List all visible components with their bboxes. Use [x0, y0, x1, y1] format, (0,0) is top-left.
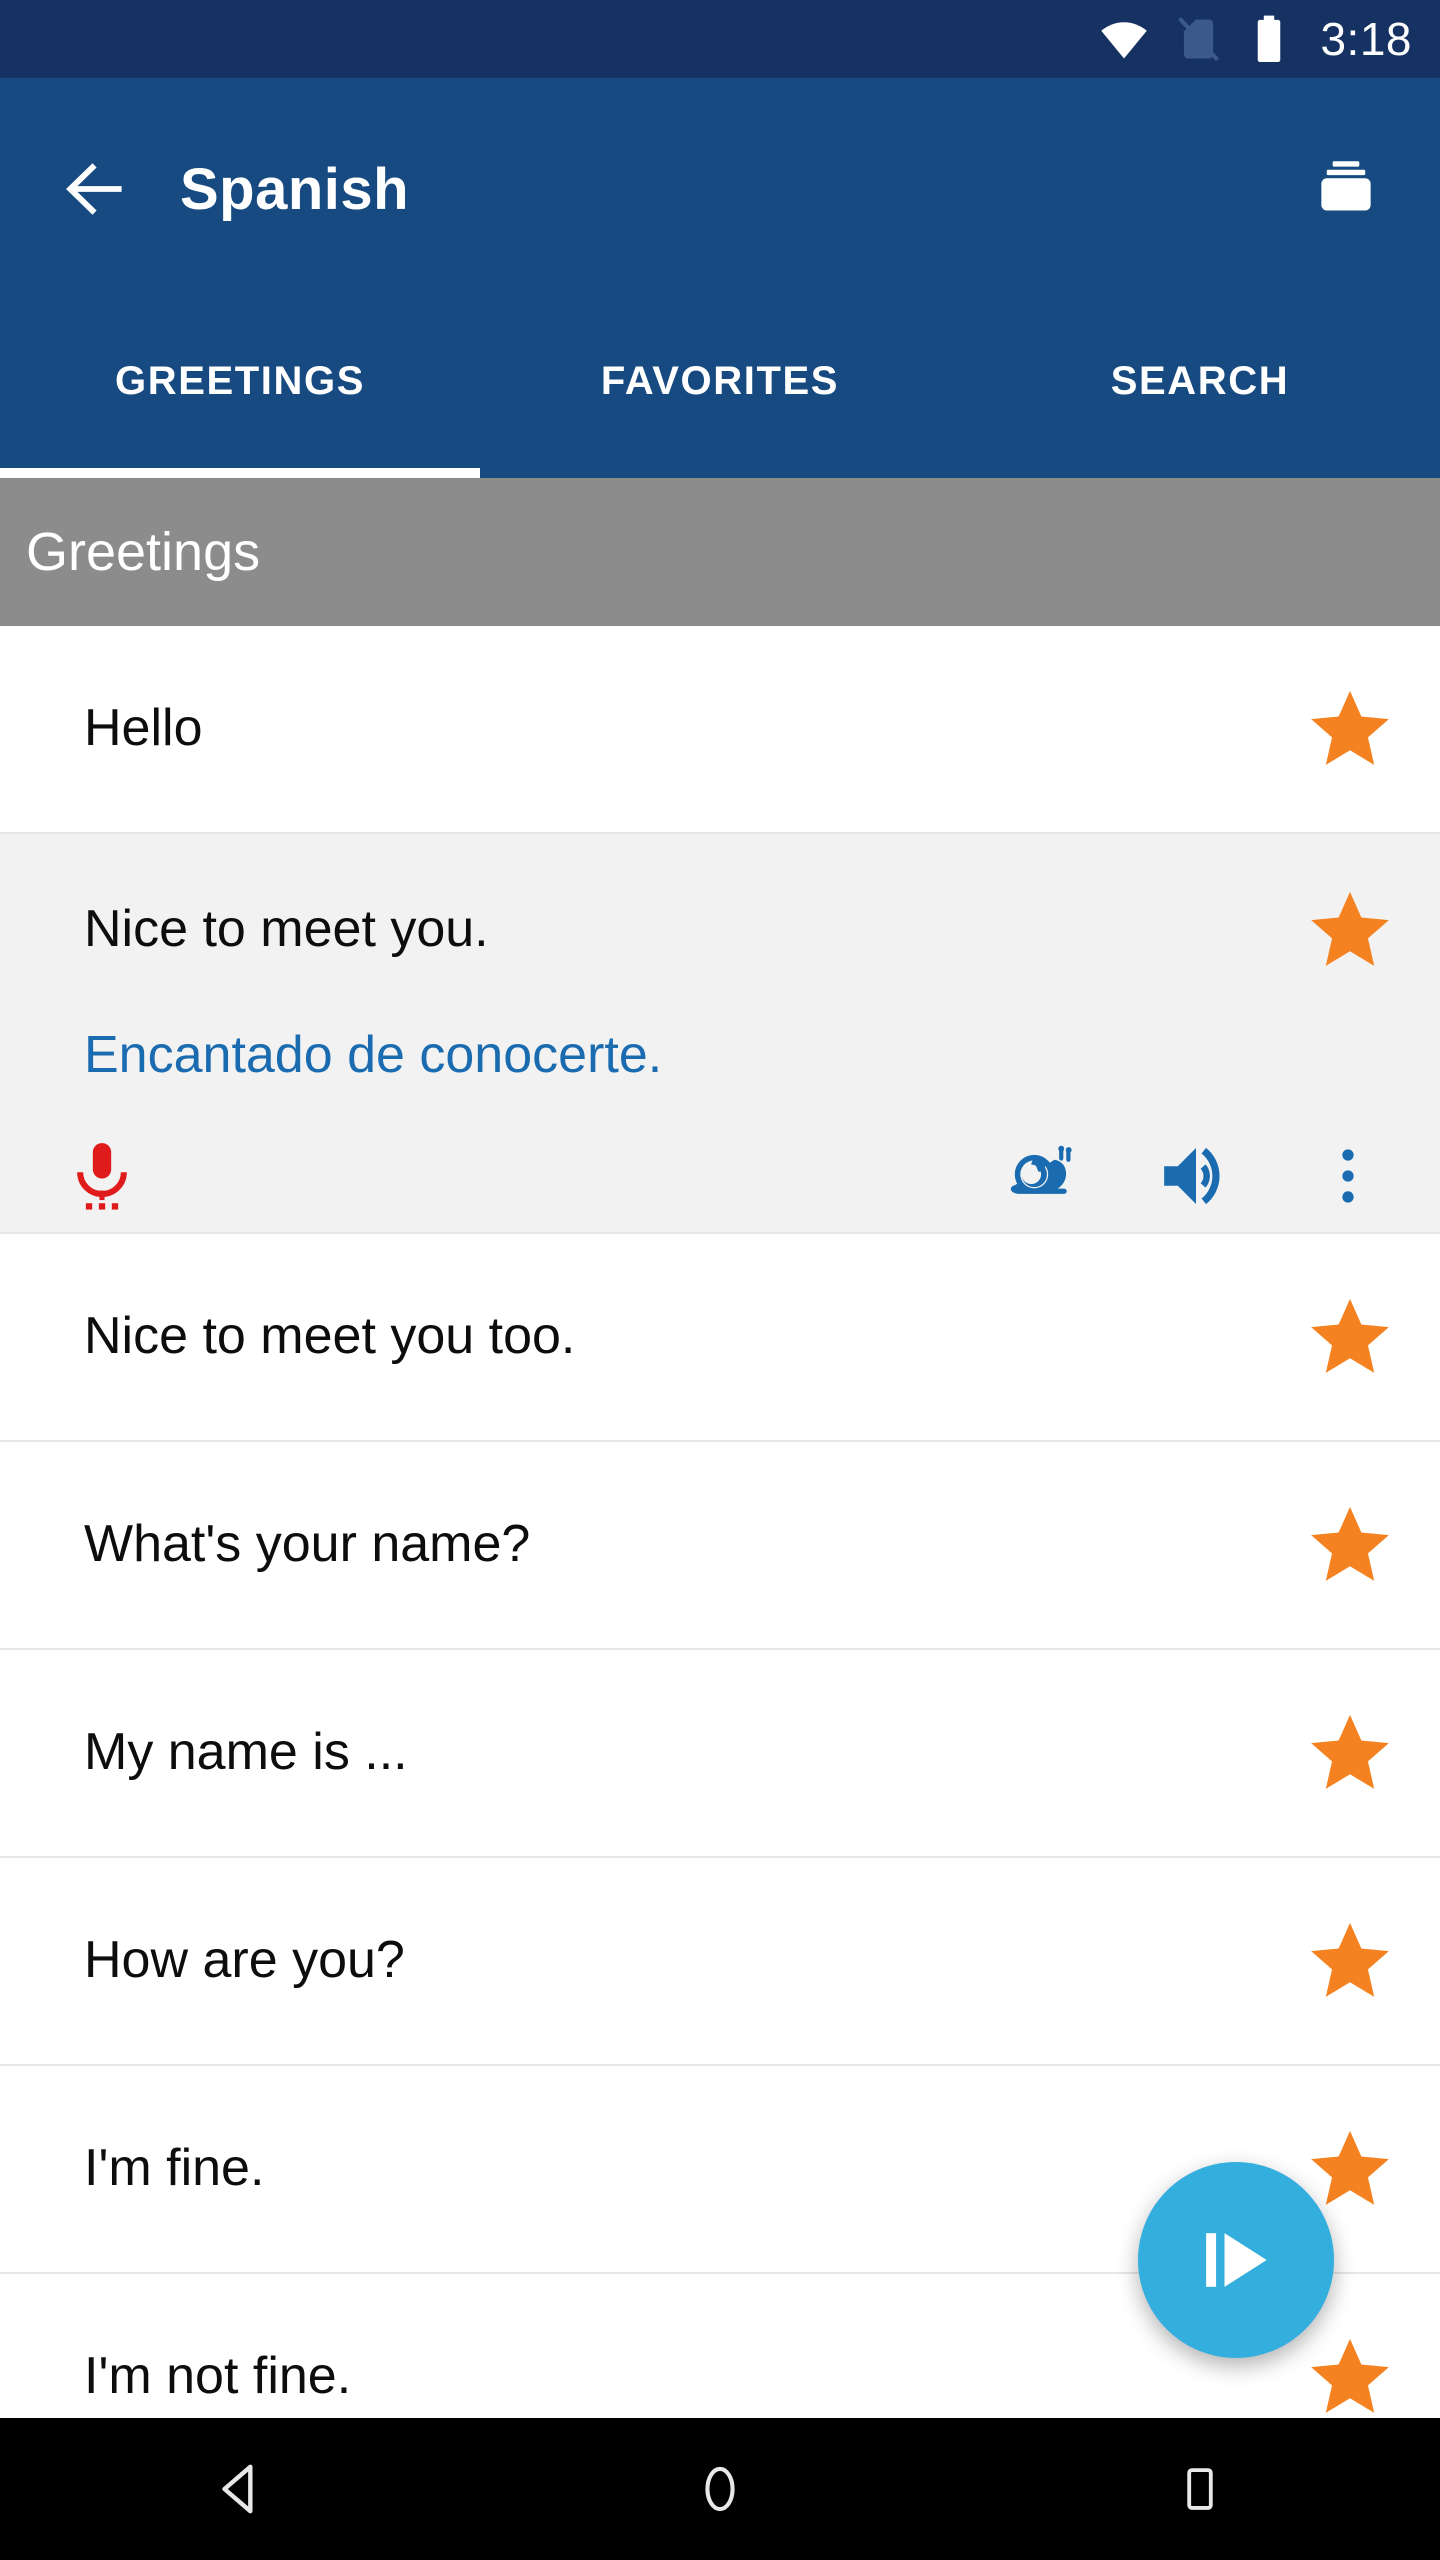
list-item[interactable]: What's your name? [0, 1441, 1440, 1650]
tab-bar: GREETINGS FAVORITES SEARCH [0, 300, 1440, 478]
phrase-text: I'm not fine. [84, 2346, 352, 2405]
tab-search-label: SEARCH [1110, 358, 1290, 403]
nav-home-button[interactable] [645, 2418, 795, 2560]
favorite-star-icon[interactable] [1304, 1915, 1396, 2007]
favorite-star-icon[interactable] [1304, 2123, 1396, 2215]
recents-square-icon [1187, 2468, 1213, 2510]
audio-actions [996, 1128, 1396, 1224]
list-item[interactable]: Nice to meet you too. [0, 1233, 1440, 1442]
android-nav-bar [0, 2418, 1440, 2560]
favorite-star-icon[interactable] [1304, 2331, 1396, 2418]
phrase-list: Hello Nice to meet you. Encantado de con… [0, 626, 1440, 2418]
tab-search[interactable]: SEARCH [960, 300, 1440, 478]
phrase-text: My name is ... [84, 1722, 408, 1781]
back-triangle-icon [222, 2464, 253, 2514]
phrase-text: What's your name? [84, 1514, 531, 1573]
microphone-icon[interactable] [54, 1128, 150, 1224]
play-from-start-icon [1206, 2233, 1267, 2287]
list-item-main[interactable]: Nice to meet you. [0, 834, 1440, 1026]
more-vertical-icon[interactable] [1300, 1128, 1396, 1224]
status-bar: 3:18 [0, 0, 1440, 78]
list-item[interactable]: Hello [0, 626, 1440, 834]
favorite-star-icon[interactable] [1304, 1499, 1396, 1591]
tab-greetings-label: GREETINGS [115, 358, 365, 403]
favorite-star-icon[interactable] [1304, 1291, 1396, 1383]
wifi-icon [1098, 13, 1150, 65]
list-item-main[interactable]: My name is ... [0, 1650, 1440, 1856]
list-item-main[interactable]: Nice to meet you too. [0, 1234, 1440, 1440]
favorite-star-icon[interactable] [1304, 884, 1396, 976]
flashcards-stack-icon [1321, 161, 1371, 211]
app-bar: Spanish [0, 78, 1440, 300]
tab-greetings[interactable]: GREETINGS [0, 300, 480, 478]
status-bar-clock: 3:18 [1320, 13, 1412, 65]
phrase-actions [0, 1120, 1440, 1232]
list-item-main[interactable]: Hello [0, 626, 1440, 832]
tab-favorites-label: FAVORITES [600, 358, 840, 403]
tab-favorites[interactable]: FAVORITES [480, 300, 960, 478]
phrase-text: Nice to meet you too. [84, 1306, 576, 1365]
section-header: Greetings [0, 478, 1440, 626]
phrase-text: How are you? [84, 1930, 405, 1989]
section-header-label: Greetings [26, 522, 261, 582]
translation-text: Encantado de conocerte. [84, 1026, 663, 1084]
favorite-star-icon[interactable] [1304, 1707, 1396, 1799]
nav-recents-button[interactable] [1125, 2418, 1275, 2560]
page-title: Spanish [180, 156, 410, 222]
list-item-expanded[interactable]: Nice to meet you. Encantado de conocerte… [0, 834, 1440, 1234]
back-button[interactable] [46, 141, 142, 237]
list-item-main[interactable]: How are you? [0, 1858, 1440, 2064]
app-screen: 3:18 Spanish GREETINGS FAVORITES SEARCH … [0, 0, 1440, 2560]
battery-icon [1246, 13, 1292, 65]
nav-back-button[interactable] [165, 2418, 315, 2560]
favorite-star-icon[interactable] [1304, 683, 1396, 775]
home-circle-icon [705, 2466, 735, 2512]
no-sim-icon [1172, 13, 1224, 65]
list-item[interactable]: How are you? [0, 1857, 1440, 2066]
snail-icon[interactable] [996, 1128, 1092, 1224]
phrase-text: I'm fine. [84, 2138, 265, 2197]
list-item[interactable]: My name is ... [0, 1649, 1440, 1858]
phrase-text: Hello [84, 699, 203, 758]
play-all-fab[interactable] [1138, 2162, 1334, 2358]
list-item-main[interactable]: What's your name? [0, 1442, 1440, 1648]
speaker-icon[interactable] [1148, 1128, 1244, 1224]
flashcards-button[interactable] [1298, 141, 1394, 237]
screen-content: 3:18 Spanish GREETINGS FAVORITES SEARCH … [0, 0, 1440, 2418]
phrase-text: Nice to meet you. [84, 900, 489, 959]
